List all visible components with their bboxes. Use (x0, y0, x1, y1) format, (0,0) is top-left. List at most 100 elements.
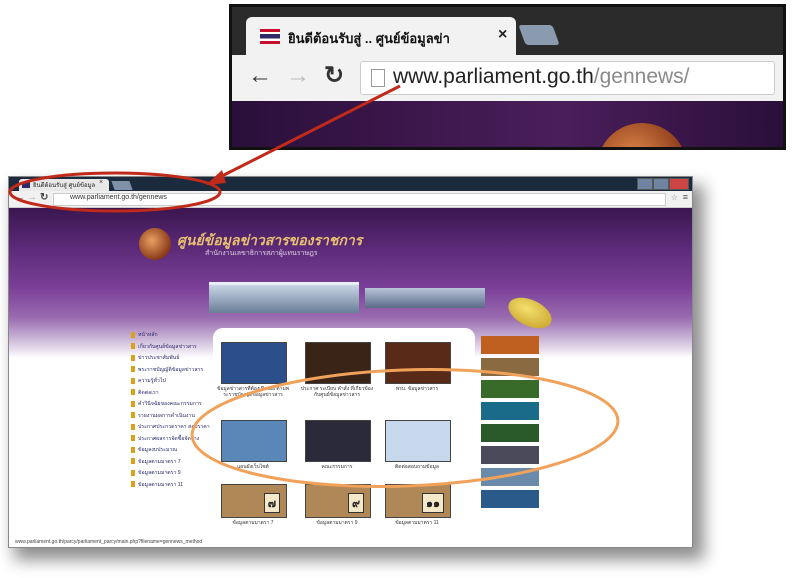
site-subtitle: สำนักงานเลขาธิการสภาผู้แทนราษฎร (205, 250, 318, 257)
nav-bullet-icon (131, 354, 135, 361)
nav-bullet-icon (131, 446, 135, 453)
nav-item[interactable]: ติดต่อเรา (131, 388, 213, 400)
side-banner[interactable] (481, 402, 539, 420)
forward-icon[interactable]: → (27, 192, 37, 203)
nav-item-label: ข่าวประชาสัมพันธ์ (138, 355, 180, 361)
zoom-toolbar: ← → ↻ www.parliament.go.th/gennews/ (232, 55, 783, 101)
content-tile[interactable]: ๗ (221, 484, 287, 518)
nav-bullet-icon (131, 423, 135, 430)
nav-item[interactable]: หน้าหลัก (131, 330, 213, 342)
nav-item-label: ความรู้ทั่วไป (138, 378, 166, 384)
nav-item-label: ประกาศประกวดราคา สอบราคา (138, 424, 210, 430)
bookmark-star-icon[interactable]: ☆ (671, 193, 678, 202)
forward-icon[interactable]: → (286, 63, 310, 89)
zoom-tab-bar: ยินดีต้อนรับสู่ .. ศูนย์ข้อมูลข่า × (232, 7, 783, 57)
content-tile-caption[interactable]: คณะกรรมการ (300, 464, 374, 470)
thai-flag-icon (22, 182, 30, 188)
back-icon[interactable]: ← (248, 63, 272, 89)
menu-icon[interactable]: ≡ (683, 192, 688, 202)
content-tile[interactable] (385, 342, 451, 384)
reload-icon[interactable]: ↻ (40, 192, 48, 203)
zoom-tab-close-button[interactable]: × (498, 26, 507, 44)
left-navigation-menu: หน้าหลักเกี่ยวกับศูนย์ข้อมูลข่าวสารข่าวป… (131, 330, 213, 491)
content-tile[interactable] (385, 420, 451, 462)
tile-badge: ๗ (263, 493, 280, 513)
zoom-browser-tab[interactable]: ยินดีต้อนรับสู่ .. ศูนย์ข้อมูลข่า × (246, 17, 516, 57)
nav-bullet-icon (131, 412, 135, 419)
nav-item[interactable]: เกี่ยวกับศูนย์ข้อมูลข่าวสาร (131, 342, 213, 354)
nav-bullet-icon (131, 435, 135, 442)
content-tile-caption[interactable]: พรบ. ข้อมูลข่าวสาร (380, 386, 454, 392)
content-tile[interactable] (221, 420, 287, 462)
window-close-button[interactable] (669, 178, 689, 190)
content-tile[interactable] (305, 420, 371, 462)
nav-item-label: รายงานผลการดำเนินงาน (138, 412, 195, 419)
content-tile-caption[interactable]: แผนผังเว็บไซต์ (216, 464, 290, 470)
nav-item[interactable]: ข่าวประชาสัมพันธ์ (131, 353, 213, 365)
zoom-url-domain: www.parliament.go.th (393, 65, 594, 88)
nav-item[interactable]: ข้อมูลงบประมาณ (131, 445, 213, 457)
side-banner[interactable] (481, 380, 539, 398)
nav-item[interactable]: ข้อมูลตามมาตรา 7 (131, 457, 213, 469)
nav-bullet-icon (131, 343, 135, 350)
zoom-address-bar[interactable]: www.parliament.go.th/gennews/ (360, 61, 775, 95)
zoom-url: www.parliament.go.th/gennews/ (393, 65, 690, 89)
browser-window: ยินดีต้อนรับสู่ ศูนย์ข้อมูล × ← → ↻ www.… (8, 176, 693, 548)
address-bar[interactable]: www.parliament.go.th/gennews (53, 193, 666, 206)
content-tile[interactable]: ๙ (305, 484, 371, 518)
golden-mouse-image (503, 291, 557, 335)
zoom-url-path: /gennews/ (593, 65, 690, 88)
content-tile[interactable] (221, 342, 287, 384)
nav-item[interactable]: รายงานผลการดำเนินงาน (131, 411, 213, 423)
content-tile-caption[interactable]: ข้อมูลตามมาตรา 7 (216, 520, 290, 526)
page-icon (371, 69, 385, 87)
back-icon[interactable]: ← (15, 192, 25, 203)
minimize-button[interactable] (637, 178, 653, 190)
side-banner[interactable] (481, 358, 539, 376)
side-banner[interactable] (481, 468, 539, 486)
nav-item[interactable]: ประกาศผลการจัดซื้อจัดจ้าง (131, 434, 213, 446)
content-tile-caption[interactable]: ข้อมูลตามมาตรา 11 (380, 520, 454, 526)
nav-bullet-icon (131, 400, 135, 407)
content-tile-caption[interactable]: ติดต่อสอบถามข้อมูล (380, 464, 454, 470)
nav-item-label: พระราชบัญญัติข้อมูลข่าวสาร (138, 366, 204, 373)
new-tab-button[interactable] (111, 181, 133, 190)
address-bar-url: www.parliament.go.th/gennews (70, 194, 167, 201)
nav-item[interactable]: ข้อมูลตามมาตรา 11 (131, 480, 213, 492)
maximize-button[interactable] (653, 178, 669, 190)
side-banner[interactable] (481, 424, 539, 442)
browser-tab-close-button[interactable]: × (99, 179, 103, 186)
nav-bullet-icon (131, 389, 135, 396)
content-tile-caption[interactable]: ข้อมูลข่าวสารที่ต้องเปิดเผย ตามพระราชบัญ… (216, 386, 290, 398)
nav-bullet-icon (131, 469, 135, 476)
web-page: ศูนย์ข้อมูลข่าวสารของราชการ สำนักงานเลขา… (9, 208, 692, 547)
content-tile[interactable]: ๑๑ (385, 484, 451, 518)
nav-bullet-icon (131, 377, 135, 384)
nav-item[interactable]: ความรู้ทั่วไป (131, 376, 213, 388)
nav-item[interactable]: ประกาศประกวดราคา สอบราคา (131, 422, 213, 434)
zoom-new-tab-button[interactable] (518, 25, 560, 45)
nav-bullet-icon (131, 331, 135, 338)
side-banner[interactable] (481, 336, 539, 354)
nav-bullet-icon (131, 458, 135, 465)
content-panel: ข้อมูลข่าวสารที่ต้องเปิดเผย ตามพระราชบัญ… (213, 328, 475, 538)
nav-item[interactable]: คำวินิจฉัยของคณะกรรมการ (131, 399, 213, 411)
nav-item[interactable]: พระราชบัญญัติข้อมูลข่าวสาร (131, 365, 213, 377)
tile-badge: ๑๑ (422, 493, 444, 513)
reload-icon[interactable]: ↻ (324, 63, 344, 89)
nav-item[interactable]: ข้อมูลตามมาตรา 9 (131, 468, 213, 480)
browser-tab[interactable]: ยินดีต้อนรับสู่ ศูนย์ข้อมูล × (19, 179, 109, 191)
side-banner[interactable] (481, 446, 539, 464)
nav-item-label: เกี่ยวกับศูนย์ข้อมูลข่าวสาร (138, 343, 197, 350)
status-bar-url: www.parliament.go.th/parcy/parliament_pa… (15, 539, 203, 545)
nav-bullet-icon (131, 481, 135, 488)
content-tile[interactable] (305, 342, 371, 384)
content-tile-caption[interactable]: ประกาศ ระเบียบ คำสั่ง ที่เกี่ยวข้องกับศู… (300, 386, 374, 398)
browser-tab-title: ยินดีต้อนรับสู่ ศูนย์ข้อมูล (33, 183, 96, 189)
side-banner[interactable] (481, 490, 539, 508)
nav-item-label: ข้อมูลงบประมาณ (138, 447, 178, 453)
content-tile-caption[interactable]: ข้อมูลตามมาตรา 9 (300, 520, 374, 526)
zoom-tab-title: ยินดีต้อนรับสู่ .. ศูนย์ข้อมูลข่า (288, 31, 450, 46)
tile-badge: ๙ (347, 493, 364, 513)
nav-item-label: หน้าหลัก (138, 332, 158, 338)
